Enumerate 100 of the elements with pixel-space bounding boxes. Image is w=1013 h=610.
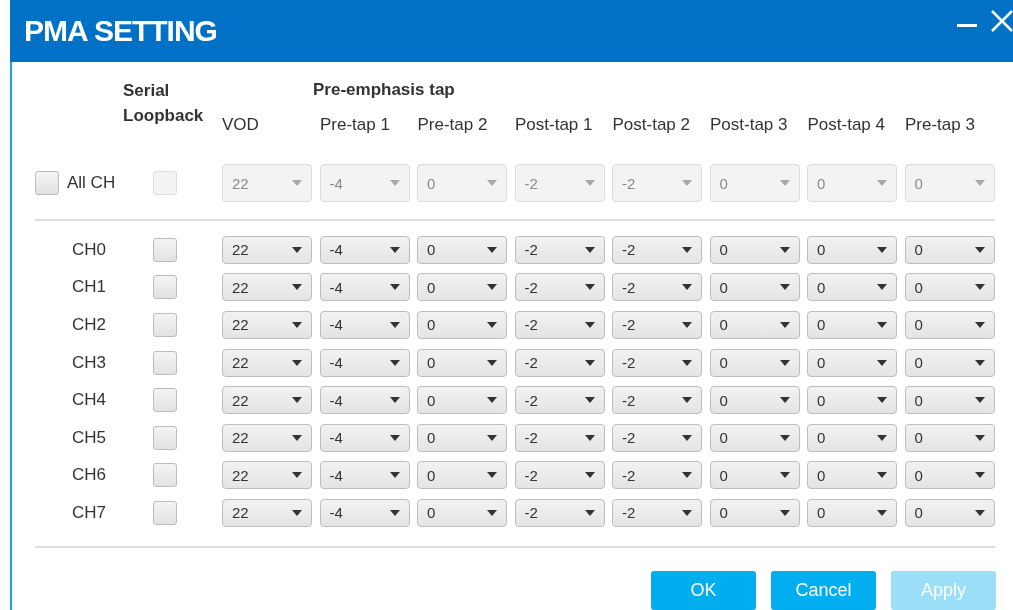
dropdown[interactable]: -4 xyxy=(319,386,410,415)
dropdown[interactable]: -2 xyxy=(514,386,605,415)
caret-icon xyxy=(974,246,985,253)
dropdown[interactable]: -4 xyxy=(319,423,410,452)
caret-icon xyxy=(584,180,595,186)
channel-label: CH6 xyxy=(72,465,106,486)
dropdown[interactable]: 0 xyxy=(417,273,507,302)
dropdown[interactable]: -2 xyxy=(612,461,702,490)
dropdown[interactable]: -2 xyxy=(514,273,605,302)
caret-icon xyxy=(487,359,497,366)
dropdown[interactable]: 0 xyxy=(807,311,897,339)
caret-icon xyxy=(779,284,790,291)
minimize-icon[interactable] xyxy=(957,24,977,28)
caret-icon xyxy=(389,180,400,186)
caret-icon xyxy=(974,322,985,328)
dropdown[interactable]: -4 xyxy=(319,461,410,490)
caret-icon xyxy=(292,246,302,253)
dropdown[interactable]: 0 xyxy=(904,311,995,339)
dropdown[interactable]: 22 xyxy=(222,273,312,302)
dropdown[interactable]: 0 xyxy=(904,273,995,302)
dropdown[interactable]: -2 xyxy=(612,498,702,527)
dropdown[interactable]: -2 xyxy=(514,348,605,377)
dropdown[interactable]: 0 xyxy=(417,235,507,264)
caret-icon xyxy=(292,284,302,291)
dropdown[interactable]: -4 xyxy=(319,311,410,339)
dropdown[interactable]: 0 xyxy=(904,498,995,527)
dropdown[interactable]: 0 xyxy=(709,386,800,415)
dropdown[interactable]: 0 xyxy=(709,423,800,452)
dropdown[interactable]: -2 xyxy=(514,461,605,490)
dropdown[interactable]: 0 xyxy=(807,348,897,377)
caret-icon xyxy=(877,359,887,366)
dropdown[interactable]: 0 xyxy=(417,498,507,527)
dropdown[interactable]: -2 xyxy=(514,311,605,339)
caret-icon xyxy=(292,322,302,328)
dropdown[interactable]: 0 xyxy=(807,273,897,302)
dropdown[interactable]: 0 xyxy=(904,386,995,415)
checkbox[interactable] xyxy=(153,425,177,450)
dropdown[interactable]: 0 xyxy=(709,273,800,302)
caret-icon xyxy=(779,322,790,328)
dropdown[interactable]: 0 xyxy=(417,348,507,377)
dropdown[interactable]: 22 xyxy=(222,461,312,490)
column-header: Pre-tap 3 xyxy=(905,115,976,135)
dropdown[interactable]: 0 xyxy=(709,498,800,527)
dropdown[interactable]: 0 xyxy=(807,235,897,264)
caret-icon xyxy=(877,434,887,441)
checkbox[interactable] xyxy=(153,275,177,300)
dropdown[interactable]: -2 xyxy=(514,235,605,264)
dropdown[interactable]: 22 xyxy=(222,386,312,415)
dropdown[interactable]: 0 xyxy=(904,461,995,490)
dropdown[interactable]: -2 xyxy=(514,423,605,452)
dropdown[interactable]: 22 xyxy=(222,423,312,452)
dropdown[interactable]: 0 xyxy=(709,461,800,490)
dropdown[interactable]: 0 xyxy=(417,311,507,339)
dropdown[interactable]: 22 xyxy=(222,348,312,377)
dropdown[interactable]: 0 xyxy=(417,423,507,452)
dropdown[interactable]: -4 xyxy=(319,235,410,264)
caret-icon xyxy=(682,284,692,291)
checkbox[interactable] xyxy=(153,237,177,262)
checkbox[interactable] xyxy=(153,313,177,337)
checkbox-label: All CH xyxy=(67,173,116,193)
dropdown[interactable]: 0 xyxy=(417,386,507,415)
dropdown[interactable]: 0 xyxy=(807,498,897,527)
dropdown[interactable]: 0 xyxy=(417,461,507,490)
dropdown[interactable]: -2 xyxy=(612,423,702,452)
column-header: Pre-tap 2 xyxy=(417,115,489,135)
dropdown[interactable]: 0 xyxy=(904,348,995,377)
window-title: PMA SETTING xyxy=(24,14,217,48)
dropdown[interactable]: -4 xyxy=(319,498,410,527)
caret-icon xyxy=(877,509,887,516)
caret-icon xyxy=(487,284,497,291)
caret-icon xyxy=(389,359,400,366)
checkbox[interactable] xyxy=(153,388,177,413)
dropdown[interactable]: -2 xyxy=(612,348,702,377)
dropdown[interactable]: -2 xyxy=(612,235,702,264)
dropdown[interactable]: -2 xyxy=(514,498,605,527)
caret-icon xyxy=(682,509,692,516)
checkbox[interactable] xyxy=(153,350,177,375)
dropdown[interactable]: 22 xyxy=(222,311,312,339)
dropdown[interactable]: 0 xyxy=(709,348,800,377)
caret-icon xyxy=(974,509,985,516)
dropdown[interactable]: 0 xyxy=(709,311,800,339)
dropdown[interactable]: -4 xyxy=(319,273,410,302)
caret-icon xyxy=(779,472,790,479)
dropdown[interactable]: 0 xyxy=(807,461,897,490)
dropdown[interactable]: 22 xyxy=(222,498,312,527)
dropdown[interactable]: -2 xyxy=(612,273,702,302)
dropdown[interactable]: 0 xyxy=(904,423,995,452)
dropdown[interactable]: 0 xyxy=(807,386,897,415)
dropdown[interactable]: -4 xyxy=(319,348,410,377)
caret-icon xyxy=(389,284,400,291)
close-icon[interactable] xyxy=(991,10,1013,32)
dropdown[interactable]: -2 xyxy=(612,386,702,415)
checkbox[interactable] xyxy=(153,500,177,525)
checkbox[interactable] xyxy=(153,463,177,488)
dropdown[interactable]: 0 xyxy=(904,235,995,264)
dropdown[interactable]: 0 xyxy=(709,235,800,264)
dropdown[interactable]: 22 xyxy=(222,235,312,264)
dropdown[interactable]: 0 xyxy=(807,423,897,452)
caret-icon xyxy=(877,284,887,291)
dropdown[interactable]: -2 xyxy=(612,311,702,339)
